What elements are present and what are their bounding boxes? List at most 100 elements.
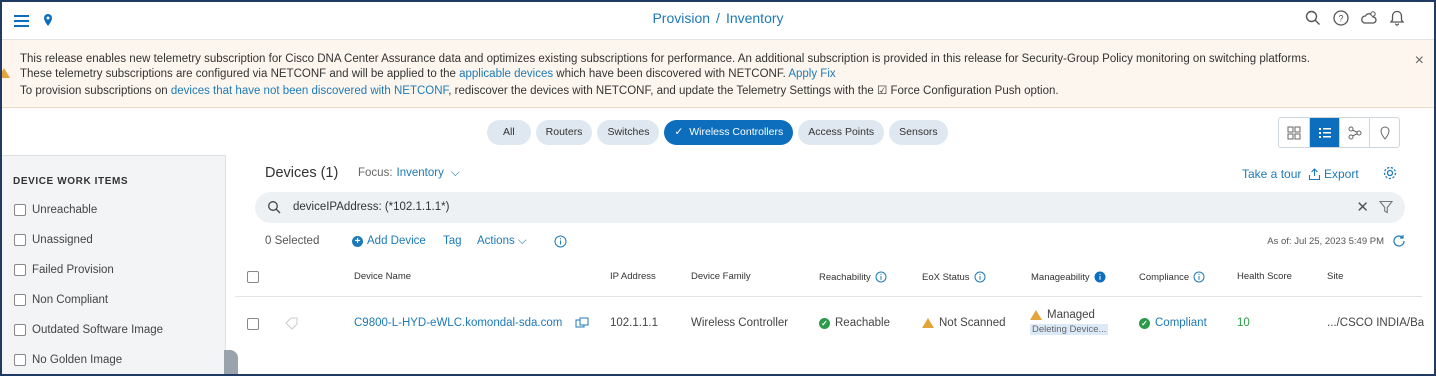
- header-actions: ?: [1304, 9, 1406, 27]
- manageability-status: Deleting Device...: [1030, 324, 1109, 335]
- work-item-failed-provision[interactable]: Failed Provision: [14, 264, 114, 276]
- work-item-no-golden-image[interactable]: No Golden Image: [14, 354, 122, 366]
- banner-line-1: This release enables new telemetry subsc…: [20, 53, 1310, 65]
- cell-site: .../CSCO INDIA/Ba: [1327, 317, 1425, 329]
- warning-icon: [1030, 310, 1042, 320]
- map-view-icon[interactable]: [1369, 118, 1399, 147]
- svg-text:?: ?: [1338, 14, 1343, 24]
- col-eox-status[interactable]: EoX Status: [922, 271, 986, 283]
- checkbox[interactable]: [14, 294, 26, 306]
- row-checkbox[interactable]: [247, 318, 259, 330]
- filter-icon[interactable]: [1379, 200, 1393, 214]
- cell-compliance: ✓ Compliant: [1139, 317, 1207, 329]
- cell-device-name: C9800-L-HYD-eWLC.komondal-sda.com: [354, 317, 589, 329]
- filter-all[interactable]: All: [487, 120, 531, 145]
- filter-access-points[interactable]: Access Points: [798, 120, 885, 145]
- gear-icon[interactable]: [1382, 165, 1398, 181]
- panel-collapse-handle[interactable]: [224, 350, 238, 374]
- filter-switches[interactable]: Switches: [597, 120, 660, 145]
- col-device-name[interactable]: Device Name: [354, 271, 411, 282]
- search-icon: [268, 201, 281, 214]
- topology-view-icon[interactable]: [1339, 118, 1369, 147]
- tag-button[interactable]: Tag: [443, 235, 462, 247]
- checkbox[interactable]: [14, 354, 26, 366]
- check-icon: ✓: [674, 126, 684, 138]
- cell-eox-status: Not Scanned: [922, 317, 1006, 329]
- view-switcher: [1278, 117, 1400, 148]
- device-type-filters: All Routers Switches ✓ Wireless Controlle…: [487, 120, 948, 145]
- divider: [235, 296, 1422, 297]
- chevron-down-icon: ⌵: [514, 235, 527, 247]
- device-search-bar: ✕: [255, 192, 1405, 223]
- filter-sensors[interactable]: Sensors: [889, 120, 948, 145]
- device-work-items-panel: DEVICE WORK ITEMS Unreachable Unassigned…: [2, 155, 226, 374]
- work-item-unassigned[interactable]: Unassigned: [14, 234, 93, 246]
- add-device-button[interactable]: + Add Device: [352, 235, 426, 247]
- export-icon: [1308, 167, 1321, 180]
- clear-icon[interactable]: ✕: [1356, 198, 1369, 216]
- info-icon[interactable]: [875, 271, 887, 283]
- export-button[interactable]: Export: [1308, 167, 1359, 181]
- col-health-score[interactable]: Health Score: [1237, 271, 1292, 282]
- warning-icon: [2, 68, 10, 78]
- devices-title: Devices (1): [265, 165, 339, 181]
- col-reachability[interactable]: Reachability: [819, 271, 887, 283]
- search-input[interactable]: [293, 198, 1193, 216]
- cell-device-family: Wireless Controller: [691, 317, 789, 329]
- checkbox[interactable]: [14, 264, 26, 276]
- info-icon[interactable]: [974, 271, 986, 283]
- col-compliance[interactable]: Compliance: [1139, 271, 1205, 283]
- col-device-family[interactable]: Device Family: [691, 271, 751, 282]
- search-icon[interactable]: [1304, 9, 1322, 27]
- take-a-tour-link[interactable]: Take a tour: [1242, 167, 1301, 181]
- checkbox[interactable]: [14, 204, 26, 216]
- close-icon[interactable]: ×: [1415, 52, 1424, 70]
- banner-line-3: To provision subscriptions on devices th…: [20, 85, 1059, 97]
- work-item-non-compliant[interactable]: Non Compliant: [14, 294, 108, 306]
- app-window: Provision / Inventory ? This release enabl…: [0, 0, 1436, 376]
- selected-count: 0 Selected: [265, 235, 320, 247]
- refresh-icon[interactable]: [1392, 234, 1406, 248]
- list-view-icon[interactable]: [1309, 118, 1339, 147]
- actions-menu[interactable]: Actions ⌵: [477, 235, 527, 248]
- focus-selector[interactable]: Focus: Inventory ⌵: [358, 167, 460, 180]
- checkbox[interactable]: [14, 234, 26, 246]
- plus-icon: +: [352, 235, 363, 247]
- warning-icon: [922, 318, 934, 328]
- filter-wireless-controllers[interactable]: ✓ Wireless Controllers: [664, 120, 794, 145]
- info-icon[interactable]: [1094, 271, 1106, 283]
- filter-routers[interactable]: Routers: [535, 120, 593, 145]
- col-site[interactable]: Site: [1327, 271, 1343, 282]
- telemetry-banner: This release enables new telemetry subsc…: [2, 40, 1434, 108]
- applicable-devices-link[interactable]: applicable devices: [459, 68, 553, 80]
- banner-line-2: These telemetry subscriptions are config…: [20, 68, 836, 80]
- select-all-checkbox[interactable]: [247, 271, 259, 283]
- cell-ip-address: 102.1.1.1: [610, 317, 658, 329]
- col-manageability[interactable]: Manageability: [1031, 271, 1106, 283]
- breadcrumb-provision[interactable]: Provision: [652, 10, 710, 26]
- col-ip-address[interactable]: IP Address: [610, 271, 656, 282]
- apply-fix-link[interactable]: Apply Fix: [788, 68, 835, 80]
- cell-manageability: Managed Deleting Device...: [1030, 309, 1109, 335]
- device-name-link[interactable]: C9800-L-HYD-eWLC.komondal-sda.com: [354, 317, 562, 329]
- cell-reachability: ✓ Reachable: [819, 317, 890, 329]
- top-bar: Provision / Inventory ?: [2, 2, 1434, 40]
- bell-icon[interactable]: [1388, 9, 1406, 27]
- help-icon[interactable]: ?: [1332, 9, 1350, 27]
- tag-icon[interactable]: [284, 316, 300, 330]
- last-updated: As of: Jul 25, 2023 5:49 PM: [1267, 236, 1384, 247]
- undiscovered-devices-link[interactable]: devices that have not been discovered wi…: [171, 85, 448, 97]
- copy-icon[interactable]: [575, 317, 589, 329]
- info-icon[interactable]: [554, 235, 567, 248]
- cloud-icon[interactable]: [1360, 9, 1378, 27]
- chevron-down-icon: ⌵: [447, 167, 460, 179]
- info-icon[interactable]: [1193, 271, 1205, 283]
- check-circle-icon: ✓: [1139, 317, 1150, 329]
- work-item-outdated-software[interactable]: Outdated Software Image: [14, 324, 163, 336]
- work-item-unreachable[interactable]: Unreachable: [14, 204, 97, 216]
- grid-view-icon[interactable]: [1279, 118, 1309, 147]
- cell-health-score[interactable]: 10: [1237, 317, 1250, 329]
- check-circle-icon: ✓: [819, 317, 830, 329]
- breadcrumb-separator: /: [716, 10, 720, 26]
- checkbox[interactable]: [14, 324, 26, 336]
